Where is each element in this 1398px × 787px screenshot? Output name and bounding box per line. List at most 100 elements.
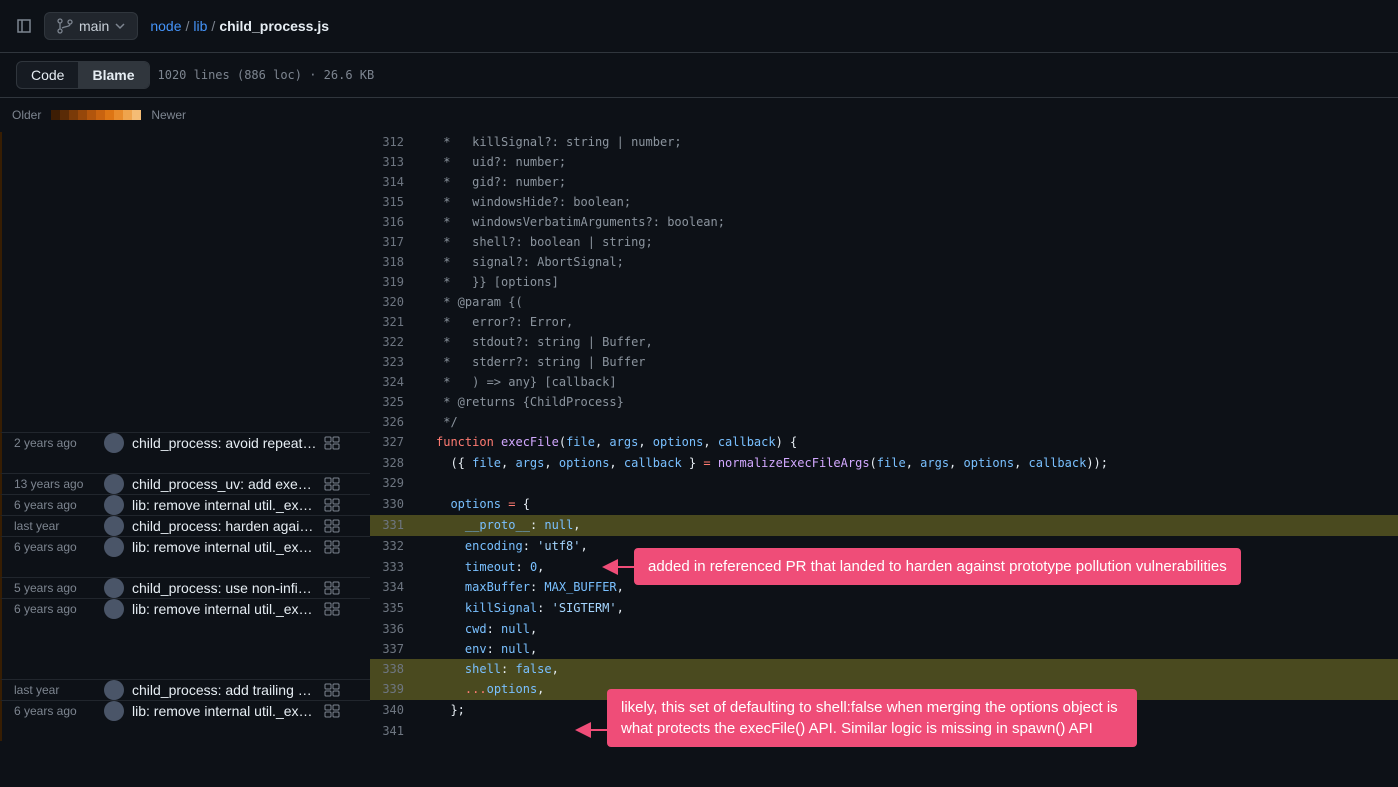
line-number[interactable]: 319 [370, 272, 420, 292]
avatar[interactable] [104, 433, 124, 453]
breadcrumb-root[interactable]: node [150, 18, 181, 34]
blame-row: 328 ({ file, args, options, callback } =… [0, 453, 1398, 473]
commit-message[interactable]: lib: remove internal util._ex… [132, 703, 317, 719]
line-number[interactable]: 317 [370, 232, 420, 252]
reblame-button[interactable] [317, 497, 347, 513]
branch-selector[interactable]: main [44, 12, 138, 40]
line-number[interactable]: 318 [370, 252, 420, 272]
avatar[interactable] [104, 516, 124, 536]
header: main node / lib / child_process.js [0, 0, 1398, 53]
line-number[interactable]: 322 [370, 332, 420, 352]
line-number[interactable]: 340 [370, 700, 420, 721]
reblame-button[interactable] [317, 601, 347, 617]
line-number[interactable]: 330 [370, 494, 420, 515]
reblame-button[interactable] [317, 703, 347, 719]
line-number[interactable]: 316 [370, 212, 420, 232]
blame-meta [0, 172, 370, 192]
line-number[interactable]: 313 [370, 152, 420, 172]
reblame-button[interactable] [317, 580, 347, 596]
code-line: * @param {( [420, 292, 1398, 312]
heatmap-legend [51, 110, 141, 120]
line-number[interactable]: 323 [370, 352, 420, 372]
commit-age: 2 years ago [14, 436, 104, 450]
tab-code[interactable]: Code [17, 62, 78, 88]
avatar[interactable] [104, 599, 124, 619]
line-number[interactable]: 321 [370, 312, 420, 332]
code-line: * }} [options] [420, 272, 1398, 292]
reblame-button[interactable] [317, 476, 347, 492]
commit-message[interactable]: child_process: avoid repeated… [132, 435, 317, 451]
commit-message[interactable]: child_process: harden against… [132, 518, 317, 534]
avatar[interactable] [104, 680, 124, 700]
branch-name: main [79, 18, 109, 34]
code-line: * signal?: AbortSignal; [420, 252, 1398, 272]
line-number[interactable]: 328 [370, 453, 420, 473]
commit-message[interactable]: child_process_uv: add exec, fi… [132, 476, 317, 492]
blame-row: 320 * @param {( [0, 292, 1398, 312]
reblame-button[interactable] [317, 435, 347, 451]
blame-meta: 6 years agolib: remove internal util._ex… [0, 494, 370, 515]
blame-content: 312 * killSignal?: string | number;313 *… [0, 132, 1398, 741]
line-number[interactable]: 341 [370, 721, 420, 741]
blame-meta [0, 212, 370, 232]
line-number[interactable]: 335 [370, 598, 420, 619]
blame-row: 6 years agolib: remove internal util._ex… [0, 598, 1398, 619]
line-number[interactable]: 339 [370, 679, 420, 700]
line-number[interactable]: 331 [370, 515, 420, 536]
blame-row: 338 shell: false, [0, 659, 1398, 679]
panel-toggle-icon[interactable] [16, 18, 32, 34]
reblame-button[interactable] [317, 518, 347, 534]
blame-meta [0, 132, 370, 152]
line-number[interactable]: 337 [370, 639, 420, 659]
newer-label: Newer [151, 108, 186, 122]
line-number[interactable]: 325 [370, 392, 420, 412]
blame-meta: 6 years agolib: remove internal util._ex… [0, 598, 370, 619]
line-number[interactable]: 332 [370, 536, 420, 557]
line-number[interactable]: 312 [370, 132, 420, 152]
line-number[interactable]: 314 [370, 172, 420, 192]
line-number[interactable]: 326 [370, 412, 420, 432]
code-line: * @returns {ChildProcess} [420, 392, 1398, 412]
blame-meta: last yearchild_process: harden against… [0, 515, 370, 536]
blame-meta: 2 years ago child_process: avoid repeated… [0, 432, 370, 453]
commit-message[interactable]: child_process: use non-infinit… [132, 580, 317, 596]
commit-message[interactable]: lib: remove internal util._ex… [132, 601, 317, 617]
tab-blame[interactable]: Blame [78, 62, 148, 88]
avatar[interactable] [104, 537, 124, 557]
commit-message[interactable]: child_process: add trailing co… [132, 682, 317, 698]
avatar[interactable] [104, 474, 124, 494]
reblame-button[interactable] [317, 682, 347, 698]
code-line: * stdout?: string | Buffer, [420, 332, 1398, 352]
commit-message[interactable]: lib: remove internal util._ex… [132, 497, 317, 513]
blame-meta [0, 392, 370, 412]
blame-row: 315 * windowsHide?: boolean; [0, 192, 1398, 212]
line-number[interactable]: 320 [370, 292, 420, 312]
blame-row: 322 * stdout?: string | Buffer, [0, 332, 1398, 352]
breadcrumb-lib[interactable]: lib [193, 18, 207, 34]
line-number[interactable]: 338 [370, 659, 420, 679]
blame-row: 317 * shell?: boolean | string; [0, 232, 1398, 252]
line-number[interactable]: 334 [370, 577, 420, 598]
line-number[interactable]: 329 [370, 473, 420, 494]
commit-message[interactable]: lib: remove internal util._ex… [132, 539, 317, 555]
blame-meta [0, 659, 370, 679]
blame-meta [0, 352, 370, 372]
blame-meta [0, 372, 370, 392]
blame-meta [0, 152, 370, 172]
blame-row: 13 years agochild_process_uv: add exec, … [0, 473, 1398, 494]
line-number[interactable]: 333 [370, 557, 420, 577]
commit-age: 5 years ago [14, 581, 104, 595]
line-number[interactable]: 327 [370, 432, 420, 453]
line-number[interactable]: 315 [370, 192, 420, 212]
blame-meta [0, 721, 370, 741]
avatar[interactable] [104, 701, 124, 721]
annotation-1-text: added in referenced PR that landed to ha… [648, 558, 1227, 575]
line-number[interactable]: 336 [370, 619, 420, 639]
reblame-button[interactable] [317, 539, 347, 555]
blame-meta [0, 192, 370, 212]
avatar[interactable] [104, 495, 124, 515]
commit-age: 6 years ago [14, 704, 104, 718]
blame-row: 2 years ago child_process: avoid repeated… [0, 432, 1398, 453]
line-number[interactable]: 324 [370, 372, 420, 392]
avatar[interactable] [104, 578, 124, 598]
